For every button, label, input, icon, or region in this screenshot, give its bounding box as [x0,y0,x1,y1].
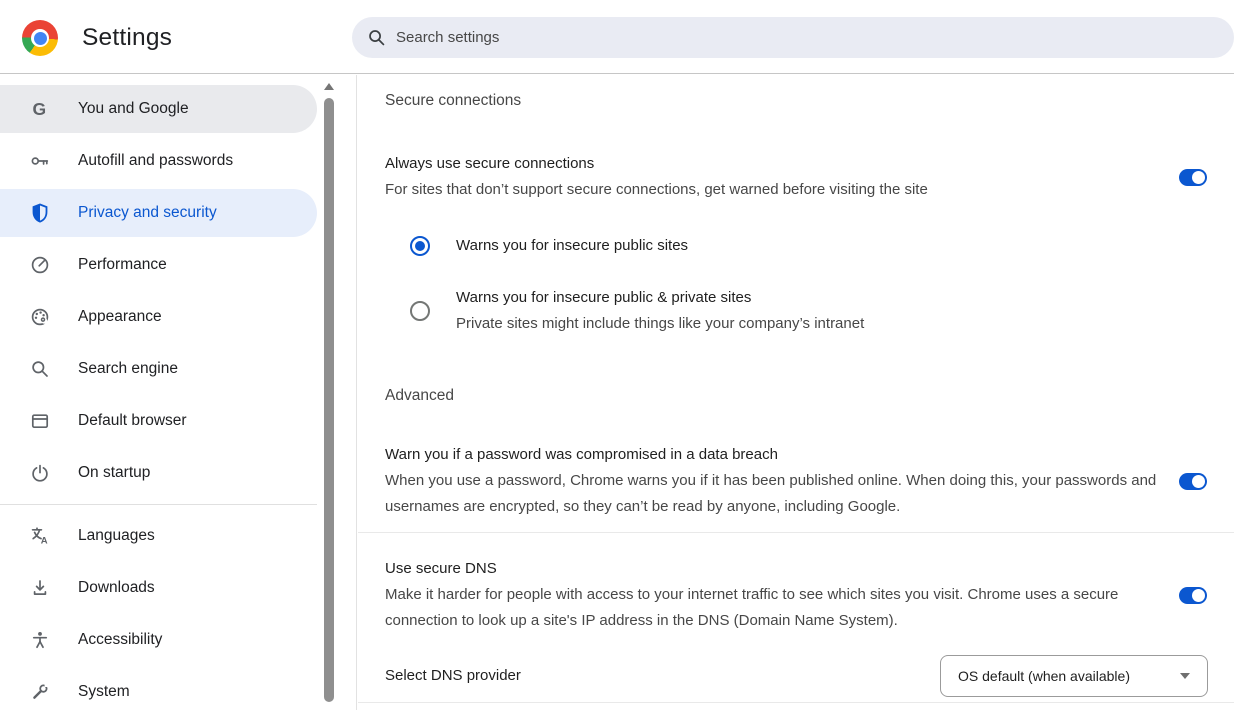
toggle-knob [1192,475,1205,488]
sidebar-item-label: Privacy and security [78,204,217,222]
sidebar-item-you-and-google[interactable]: G You and Google [0,85,317,133]
sidebar-item-label: Default browser [78,412,187,430]
sidebar-item-accessibility[interactable]: Accessibility [0,616,317,664]
section-title-secure-connections: Secure connections [385,91,1234,111]
sidebar-item-performance[interactable]: Performance [0,241,317,289]
page-title: Settings [82,24,172,52]
sidebar-item-label: Autofill and passwords [78,152,233,170]
setting-row-use-secure-dns[interactable]: Use secure DNS Make it harder for people… [385,556,1234,634]
radio-label: Warns you for insecure public sites [456,233,688,259]
sidebar-item-languages[interactable]: A Languages [0,512,317,560]
setting-subtitle: For sites that don’t support secure conn… [385,177,928,203]
magnifier-icon [30,359,50,379]
sidebar-item-search-engine[interactable]: Search engine [0,345,317,393]
accessibility-icon [30,630,50,650]
sidebar-item-label: You and Google [78,100,189,118]
dropdown-selected-value: OS default (when available) [958,668,1130,684]
radio-label: Warns you for insecure public & private … [456,285,864,311]
browser-window-icon [30,411,50,431]
sidebar-item-appearance[interactable]: Appearance [0,293,317,341]
sidebar-item-privacy-and-security[interactable]: Privacy and security [0,189,317,237]
header: Settings [0,0,1234,74]
chrome-logo-icon [22,20,58,56]
sidebar-item-on-startup[interactable]: On startup [0,449,317,497]
setting-subtitle: Make it harder for people with access to… [385,582,1165,634]
radio-sublabel: Private sites might include things like … [456,311,864,337]
sidebar-item-label: System [78,683,130,701]
sidebar-item-downloads[interactable]: Downloads [0,564,317,612]
radio-option-insecure-public-private-sites[interactable]: Warns you for insecure public & private … [410,285,1234,337]
sidebar-item-label: Accessibility [78,631,162,649]
google-g-icon: G [30,99,50,119]
sidebar-item-label: Downloads [78,579,155,597]
key-icon [30,151,50,171]
download-icon [30,578,50,598]
radio-option-insecure-public-sites[interactable]: Warns you for insecure public sites [410,233,1234,259]
setting-title: Warn you if a password was compromised i… [385,442,1165,468]
search-icon [367,28,386,47]
sidebar-item-default-browser[interactable]: Default browser [0,397,317,445]
search-input[interactable] [396,29,1096,46]
sidebar-item-system[interactable]: System [0,668,317,710]
main-content: Secure connections Always use secure con… [358,75,1234,710]
svg-text:G: G [33,99,47,119]
sidebar-item-label: Performance [78,256,167,274]
toggle-knob [1192,171,1205,184]
chevron-down-icon [1180,673,1190,679]
wrench-icon [30,682,50,702]
sidebar-item-label: Search engine [78,360,178,378]
setting-title: Always use secure connections [385,151,928,177]
sidebar-divider [0,504,317,505]
sidebar-item-label: Languages [78,527,155,545]
speedometer-icon [30,255,50,275]
radio-button[interactable] [410,301,430,321]
power-icon [30,463,50,483]
content-divider [358,702,1234,703]
sidebar-item-label: On startup [78,464,150,482]
setting-row-always-use-secure-connections[interactable]: Always use secure connections For sites … [385,151,1234,203]
search-bar[interactable] [352,17,1234,58]
dns-provider-dropdown[interactable]: OS default (when available) [940,655,1208,697]
svg-text:A: A [41,536,48,546]
toggle-always-use-secure-connections[interactable] [1179,169,1207,186]
sidebar-scrollbar[interactable] [322,77,336,710]
setting-title: Select DNS provider [385,663,521,689]
sidebar: G You and Google Autofill and passwords [0,75,357,710]
shield-icon [30,203,50,223]
sidebar-item-autofill-and-passwords[interactable]: Autofill and passwords [0,137,317,185]
setting-title: Use secure DNS [385,556,1165,582]
section-title-advanced: Advanced [385,386,1234,406]
toggle-knob [1192,589,1205,602]
sidebar-menu: G You and Google Autofill and passwords [0,85,317,710]
translate-icon: A [30,526,50,546]
scrollbar-up-arrow-icon[interactable] [324,83,334,90]
setting-subtitle: When you use a password, Chrome warns yo… [385,468,1165,520]
toggle-password-breach-warning[interactable] [1179,473,1207,490]
toggle-use-secure-dns[interactable] [1179,587,1207,604]
scrollbar-thumb[interactable] [324,98,334,702]
content-divider [358,532,1234,533]
setting-row-password-breach-warning[interactable]: Warn you if a password was compromised i… [385,442,1234,520]
chrome-settings-page: Settings G You and Google [0,0,1234,710]
sidebar-item-label: Appearance [78,308,162,326]
setting-row-select-dns-provider: Select DNS provider OS default (when ava… [385,655,1234,697]
radio-button[interactable] [410,236,430,256]
palette-icon [30,307,50,327]
